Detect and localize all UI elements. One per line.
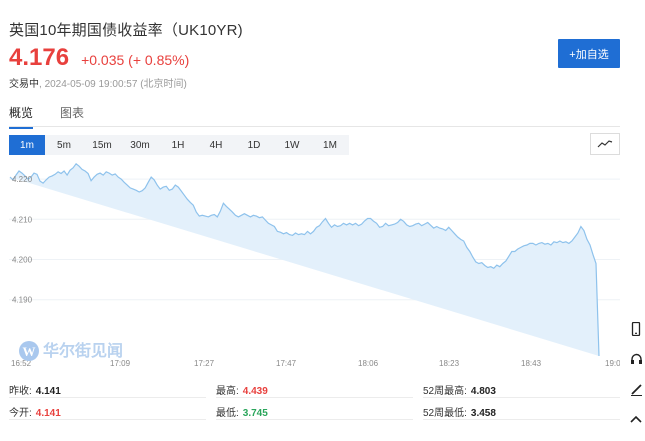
y-tick-label: 4.190	[12, 296, 33, 305]
quote-title: 英国10年期国债收益率（UK10YR)	[9, 22, 243, 39]
x-tick-label: 17:27	[194, 359, 215, 368]
period-4h[interactable]: 4H	[197, 135, 235, 155]
stat-cell: 最高: 4.439	[216, 382, 268, 397]
stats-row: 今开: 4.141 最低: 3.745 52周最低: 3.458	[9, 397, 620, 420]
stat-divider	[216, 419, 413, 420]
last-price: 4.176	[9, 44, 70, 71]
period-1d[interactable]: 1D	[235, 135, 273, 155]
stat-divider	[423, 419, 620, 420]
stat-value: 3.745	[242, 408, 268, 419]
stat-divider	[9, 419, 206, 420]
stat-value: 4.141	[35, 408, 61, 419]
headset-icon[interactable]	[627, 348, 645, 370]
y-tick-label: 4.220	[12, 175, 33, 184]
chart-type-toggle[interactable]	[590, 133, 620, 155]
stat-label: 最低:	[216, 408, 239, 419]
x-tick-label: 18:06	[358, 359, 379, 368]
stat-label: 52周最高:	[423, 386, 467, 397]
price-change: +0.035 (+ 0.85%)	[81, 52, 190, 68]
svg-text:W: W	[23, 344, 36, 359]
chevron-up-icon[interactable]	[627, 408, 645, 430]
stat-label: 今开:	[9, 408, 32, 419]
price-chart[interactable]: 4.2204.2104.2004.190 16:52 17:09 17:27 17:4…	[9, 163, 620, 371]
period-15m[interactable]: 15m	[83, 135, 121, 155]
period-1h[interactable]: 1H	[159, 135, 197, 155]
stat-cell: 昨收: 4.141	[9, 382, 61, 397]
period-30m[interactable]: 30m	[121, 135, 159, 155]
phone-icon[interactable]	[627, 318, 645, 340]
period-1w[interactable]: 1W	[273, 135, 311, 155]
period-5m[interactable]: 5m	[45, 135, 83, 155]
stat-cell: 今开: 4.141	[9, 404, 61, 419]
x-tick-label: 19:0	[605, 359, 620, 368]
y-tick-label: 4.210	[12, 215, 33, 224]
tabs-divider	[9, 126, 620, 127]
x-tick-label: 17:47	[276, 359, 297, 368]
add-watchlist-button[interactable]: +加自选	[558, 39, 620, 68]
x-tick-label: 18:43	[521, 359, 542, 368]
stat-value: 3.458	[470, 408, 496, 419]
quote-time: 2024-05-09 19:00:57 (北京时间)	[44, 79, 187, 90]
line-chart-icon	[597, 140, 613, 148]
stat-value: 4.141	[35, 386, 61, 397]
stat-value: 4.803	[470, 386, 496, 397]
trading-status: 交易中	[9, 79, 39, 90]
price-row: 4.176 +0.035 (+ 0.85%)	[9, 44, 189, 72]
watermark: W 华尔街见闻	[19, 341, 123, 361]
status-row: 交易中, 2024-05-09 19:00:57 (北京时间)	[9, 79, 187, 90]
period-1m[interactable]: 1m	[9, 135, 45, 155]
y-tick-label: 4.200	[12, 256, 33, 265]
x-tick-label: 17:09	[110, 359, 131, 368]
stat-label: 昨收:	[9, 386, 32, 397]
watermark-text: 华尔街见闻	[43, 341, 123, 360]
stat-label: 最高:	[216, 386, 239, 397]
period-1mo[interactable]: 1M	[311, 135, 349, 155]
stat-cell: 52周最高: 4.803	[423, 382, 496, 397]
stat-label: 52周最低:	[423, 408, 467, 419]
stat-value: 4.439	[242, 386, 268, 397]
period-selector: 1m 5m 15m 30m 1H 4H 1D 1W 1M	[9, 135, 349, 155]
stats-row: 昨收: 4.141 最高: 4.439 52周最高: 4.803	[9, 375, 620, 398]
x-tick-label: 18:23	[439, 359, 460, 368]
pen-icon[interactable]	[627, 378, 645, 400]
stat-cell: 最低: 3.745	[216, 404, 268, 419]
stat-cell: 52周最低: 3.458	[423, 404, 496, 419]
